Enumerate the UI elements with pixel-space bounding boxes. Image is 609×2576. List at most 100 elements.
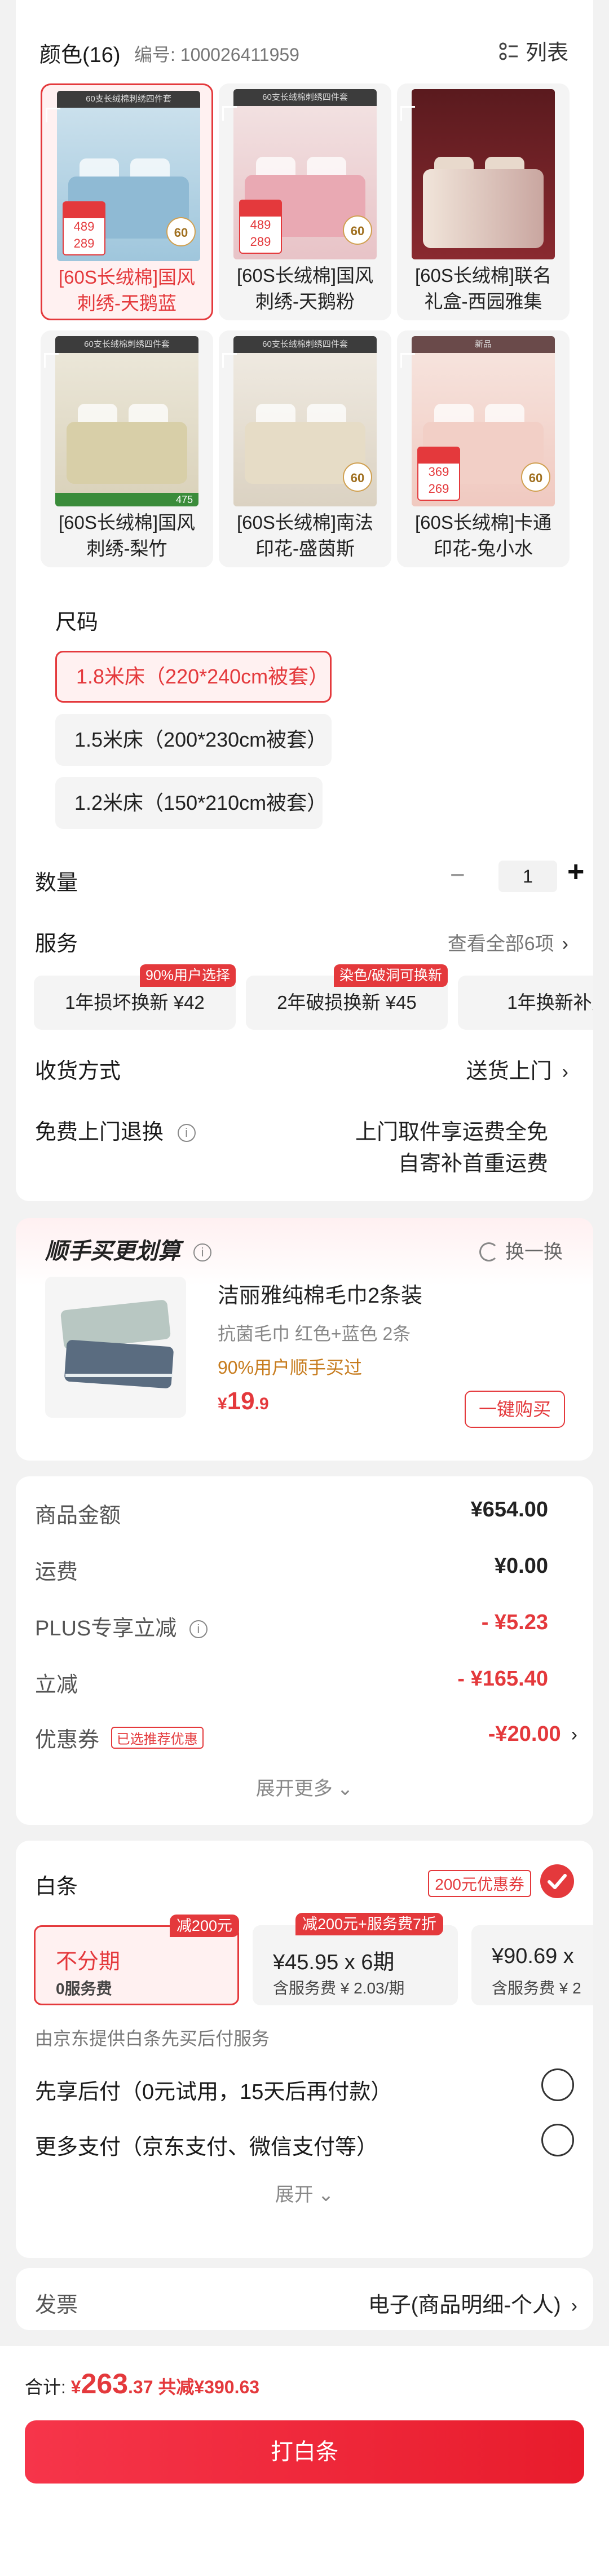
summary-label: 立减 xyxy=(35,1673,78,1697)
color-name: [60S长绒棉]联名 礼盒-西园雅集 xyxy=(414,265,552,312)
list-view-toggle[interactable]: 列表 xyxy=(498,35,568,66)
service-tag: 90%用户选择 xyxy=(139,964,236,987)
decrease-button[interactable]: − xyxy=(450,859,465,890)
addon-stat: 90%用户顺手买过 xyxy=(218,1357,363,1378)
invoice-selector[interactable]: 电子(商品明细-个人) › xyxy=(368,2287,577,2318)
zoom-icon[interactable] xyxy=(400,353,415,368)
option-main: ¥90.69 x xyxy=(492,1944,574,1968)
more-pay-radio[interactable] xyxy=(541,2124,574,2156)
total-currency: ¥ xyxy=(70,2377,81,2397)
total-line: 合计: ¥263.37 共减¥390.63 xyxy=(25,2367,259,2400)
zoom-icon[interactable] xyxy=(46,108,60,122)
installment-option[interactable]: 减200元+服务费7折 ¥45.95 x 6期 含服务费 ¥ 2.03/期 xyxy=(253,1913,458,2005)
summary-value: ¥0.00 xyxy=(494,1554,548,1578)
option-sub: 含服务费 ¥ 2.03/期 xyxy=(273,1979,405,1997)
color-swatch[interactable]: 新品 369 269 60 [60S长绒棉]卡通 印花-兔小水 xyxy=(397,330,570,567)
info-icon[interactable]: i xyxy=(193,1243,212,1261)
thumb-price-tag: 369 269 xyxy=(417,447,460,501)
refresh-button[interactable]: 换一换 xyxy=(479,1236,563,1264)
color-name: [60S长绒棉]国风 刺绣-天鹅粉 xyxy=(236,265,374,312)
service-chip[interactable]: 1年换新补贴换 xyxy=(458,976,593,1030)
delivery-label: 收货方式 xyxy=(35,1060,121,1083)
info-icon[interactable]: i xyxy=(189,1620,208,1638)
addon-product-name[interactable]: 洁丽雅纯棉毛巾2条装 xyxy=(218,1278,422,1309)
list-icon xyxy=(498,42,519,62)
free-return-label: 免费上门退换 i xyxy=(35,1114,196,1145)
product-thumbnail: 60支长绒棉刺绣四件套 489 289 60 xyxy=(233,89,377,259)
thumb-price-tag: 489 289 xyxy=(63,201,105,255)
color-swatch[interactable]: 60支长绒棉刺绣四件套 489 289 60 [60S长绒棉]国风 刺绣-天鹅蓝 xyxy=(41,83,213,320)
expand-more-button[interactable]: 展开更多 ⌄ xyxy=(16,1773,593,1801)
total-label: 合计: xyxy=(25,2377,71,2397)
color-name: [60S长绒棉]卡通 印花-兔小水 xyxy=(414,512,552,559)
zoom-icon[interactable] xyxy=(400,106,415,121)
increase-button[interactable]: + xyxy=(567,855,584,889)
installment-option[interactable]: 减200元 不分期 0服务费 xyxy=(34,1915,239,2005)
coupon-tag: 已选推荐优惠 xyxy=(111,1727,204,1749)
summary-value: - ¥5.23 xyxy=(481,1611,548,1634)
option-main: 不分期 xyxy=(56,1950,121,1974)
total-saved: 共减¥390.63 xyxy=(153,2377,260,2397)
free-return-line1: 上门取件享运费全免 xyxy=(355,1121,548,1144)
chevron-right-icon: › xyxy=(571,1724,577,1745)
installment-option[interactable]: ¥90.69 x 含服务费 ¥ 2 xyxy=(471,1925,593,2005)
zoom-icon[interactable] xyxy=(44,353,59,368)
product-thumbnail: 60支长绒棉刺绣四件套 60 xyxy=(233,336,377,506)
baitiao-label: 白条 xyxy=(35,1875,78,1899)
zoom-icon[interactable] xyxy=(222,106,237,121)
color-swatch[interactable]: [60S长绒棉]联名 礼盒-西园雅集 xyxy=(397,83,570,320)
color-swatch[interactable]: 60支长绒棉刺绣四件套 489 289 60 [60S长绒棉]国风 刺绣-天鹅粉 xyxy=(219,83,391,320)
color-swatch[interactable]: 60支长绒棉刺绣四件套 475 [60S长绒棉]国风 刺绣-梨竹 xyxy=(41,330,213,567)
zoom-icon[interactable] xyxy=(222,353,237,368)
size-option[interactable]: 1.8米床（220*240cm被套） xyxy=(55,651,332,703)
summary-label: PLUS专享立减 i xyxy=(35,1611,208,1642)
invoice-card[interactable]: 发票 电子(商品明细-个人) › xyxy=(16,2268,593,2330)
spec-card: 颜色(16) 编号: 100026411959 列表 60支长绒棉刺绣四件套 4… xyxy=(16,0,593,1201)
coupon-selector[interactable]: -¥20.00 › xyxy=(488,1722,577,1746)
delivery-selector[interactable]: 送货上门 › xyxy=(466,1053,568,1084)
summary-value: ¥654.00 xyxy=(470,1498,548,1521)
thumb-price-tag: 489 289 xyxy=(239,200,282,254)
service-label: 服务 xyxy=(35,932,78,956)
expand-button[interactable]: 展开 ⌄ xyxy=(16,2179,593,2207)
more-pay-label: 更多支付（京东支付、微信支付等） xyxy=(35,2136,378,2159)
addon-card: 顺手买更划算 i 换一换 洁丽雅纯棉毛巾2条装 抗菌毛巾 红色+蓝色 2条 90… xyxy=(16,1218,593,1461)
addon-product-image[interactable] xyxy=(45,1277,186,1418)
chevron-right-icon: › xyxy=(562,1061,568,1083)
product-thumbnail: 60支长绒棉刺绣四件套 475 xyxy=(55,336,198,506)
service-tag: 染色/破洞可换新 xyxy=(334,964,448,987)
chevron-right-icon: › xyxy=(571,2295,577,2317)
size-option[interactable]: 1.5米床（200*230cm被套） xyxy=(55,714,332,766)
checkmark-icon[interactable] xyxy=(540,1864,574,1898)
total-decimal: .37 xyxy=(128,2377,153,2397)
info-icon[interactable]: i xyxy=(177,1124,196,1142)
color-name: [60S长绒棉]国风 刺绣-天鹅蓝 xyxy=(58,267,196,314)
baitiao-coupon-tag[interactable]: 200元优惠券 xyxy=(428,1870,531,1897)
color-label: 颜色(16) xyxy=(39,43,121,67)
view-all-services[interactable]: 查看全部6项 › xyxy=(448,928,568,956)
service-chip[interactable]: 2年破损换新 ¥45 染色/破洞可换新 xyxy=(246,964,448,1030)
pay-later-radio[interactable] xyxy=(541,2068,574,2101)
checkout-footer: 合计: ¥263.37 共减¥390.63 打白条 xyxy=(0,2346,609,2576)
product-thumbnail: 60支长绒棉刺绣四件套 489 289 60 xyxy=(57,91,200,261)
summary-label: 优惠券 已选推荐优惠 xyxy=(35,1722,204,1753)
baitiao-note: 由京东提供白条先买后付服务 xyxy=(35,2028,270,2049)
option-sub: 含服务费 ¥ 2 xyxy=(492,1979,581,1997)
thumb-header: 60支长绒棉刺绣四件套 xyxy=(57,91,200,108)
one-click-buy-button[interactable]: 一键购买 xyxy=(465,1391,565,1428)
color-swatch[interactable]: 60支长绒棉刺绣四件套 60 [60S长绒棉]南法 印花-盛茵斯 xyxy=(219,330,391,567)
addon-price: ¥19.9 xyxy=(218,1387,269,1415)
product-thumbnail: 新品 369 269 60 xyxy=(412,336,555,506)
summary-value: -¥20.00 xyxy=(488,1722,561,1746)
refresh-icon xyxy=(479,1242,498,1261)
installment-options: 减200元 不分期 0服务费 减200元+服务费7折 ¥45.95 x 6期 含… xyxy=(34,1913,593,2010)
addon-title: 顺手买更划算 i xyxy=(45,1233,212,1265)
color-name: [60S长绒棉]国风 刺绣-梨竹 xyxy=(58,512,196,559)
pay-button[interactable]: 打白条 xyxy=(25,2420,584,2484)
view-all-label: 查看全部6项 xyxy=(447,933,554,955)
quantity-input[interactable]: 1 xyxy=(498,861,557,892)
size-option[interactable]: 1.2米床（150*210cm被套） xyxy=(55,777,327,829)
summary-label: 运费 xyxy=(35,1560,78,1584)
service-chip[interactable]: 1年损坏换新 ¥42 90%用户选择 xyxy=(34,964,236,1030)
quantity-label: 数量 xyxy=(35,871,78,895)
